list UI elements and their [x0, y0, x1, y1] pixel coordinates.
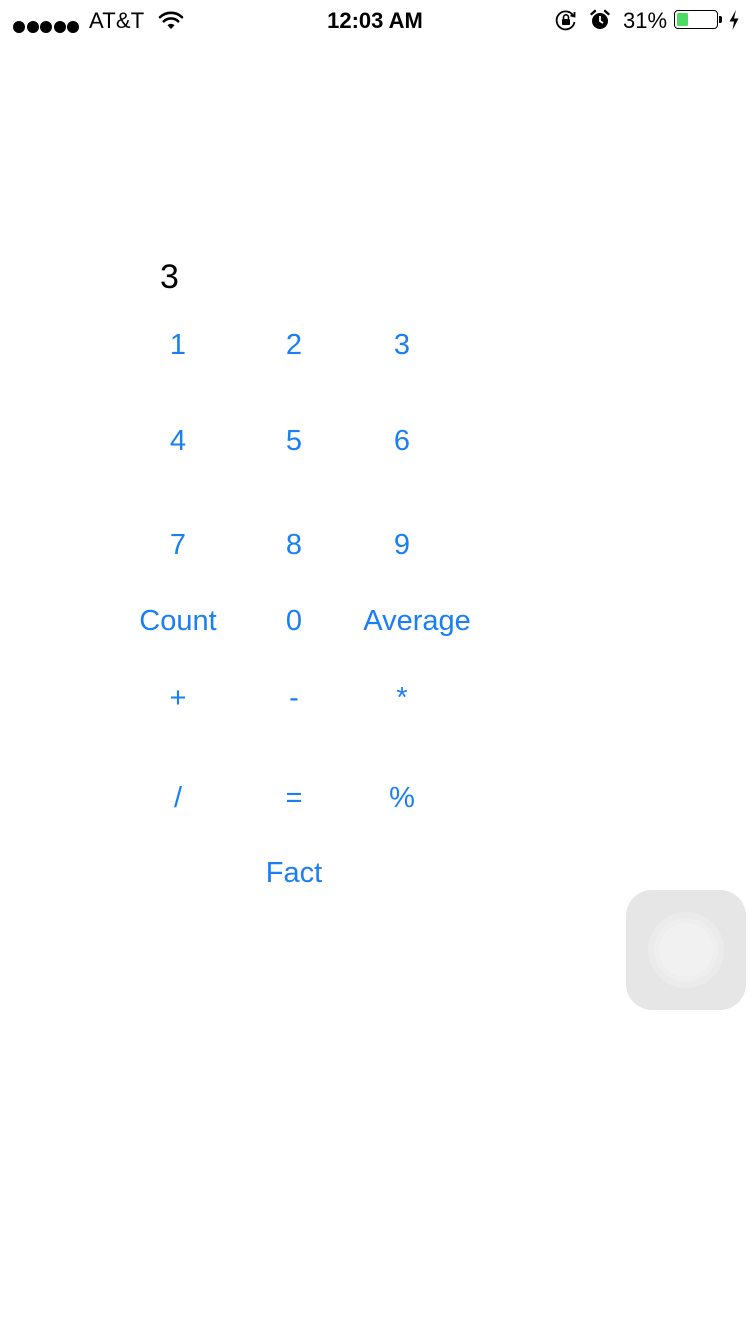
- key-5-button[interactable]: 5: [286, 427, 302, 456]
- result-display: 3: [160, 258, 179, 296]
- plus-button[interactable]: +: [170, 684, 187, 713]
- rotation-lock-icon: [555, 10, 576, 31]
- key-0-button[interactable]: 0: [286, 607, 302, 636]
- key-9-button[interactable]: 9: [394, 531, 410, 560]
- battery-percentage: 31%: [623, 8, 668, 33]
- calculator-screen: AT&T 12:03 AM 31% 3 1 2 3 4 5 6 7 8 9 Co…: [0, 0, 750, 1334]
- divide-button[interactable]: /: [174, 784, 182, 813]
- minus-button[interactable]: -: [289, 684, 299, 713]
- key-3-button[interactable]: 3: [394, 331, 410, 360]
- battery-fill: [677, 13, 688, 26]
- key-2-button[interactable]: 2: [286, 331, 302, 360]
- key-4-button[interactable]: 4: [170, 427, 186, 456]
- assistive-touch-icon[interactable]: [626, 890, 746, 1010]
- key-6-button[interactable]: 6: [394, 427, 410, 456]
- average-button[interactable]: Average: [363, 607, 471, 636]
- key-7-button[interactable]: 7: [170, 531, 186, 560]
- factorial-button[interactable]: Fact: [266, 859, 322, 888]
- key-8-button[interactable]: 8: [286, 531, 302, 560]
- key-1-button[interactable]: 1: [170, 331, 186, 360]
- percent-button[interactable]: %: [389, 784, 415, 813]
- equals-button[interactable]: =: [286, 784, 303, 813]
- status-bar: AT&T 12:03 AM 31%: [0, 0, 750, 40]
- alarm-icon: [590, 9, 610, 29]
- count-button[interactable]: Count: [139, 607, 216, 636]
- battery-tip: [719, 16, 722, 23]
- charging-bolt-icon: [729, 10, 739, 30]
- battery-icon: [674, 10, 718, 29]
- multiply-button[interactable]: *: [396, 684, 407, 713]
